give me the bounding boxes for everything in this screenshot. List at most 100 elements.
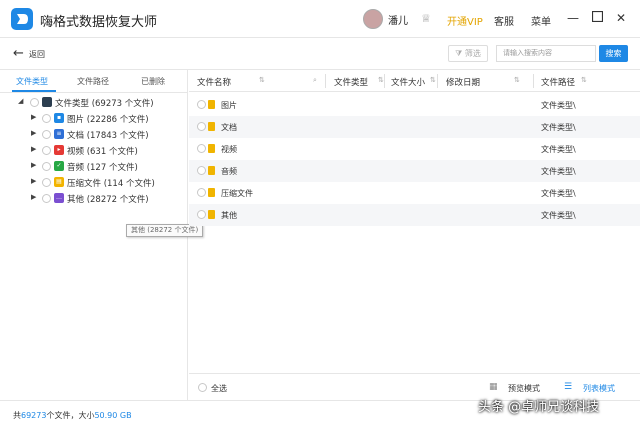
document-icon: ≡ bbox=[54, 129, 64, 139]
column-divider[interactable] bbox=[384, 74, 385, 88]
tree-root-radio[interactable] bbox=[30, 98, 39, 107]
column-header-name[interactable]: 文件名称 bbox=[197, 76, 231, 88]
row-name: 图片 bbox=[221, 101, 237, 110]
row-radio[interactable] bbox=[197, 166, 206, 175]
row-path: 文件类型\ bbox=[541, 189, 576, 198]
toolbar: ← 返回 ⧩ 筛选 请输入搜索内容 搜索 bbox=[0, 38, 640, 70]
back-button[interactable]: 返回 bbox=[29, 49, 45, 60]
username[interactable]: 潘儿 bbox=[388, 12, 408, 27]
sort-icon[interactable]: ⇅ bbox=[378, 76, 384, 84]
close-icon[interactable]: ✕ bbox=[614, 11, 628, 25]
monitor-icon bbox=[42, 97, 52, 107]
app-logo bbox=[11, 8, 33, 30]
row-path: 文件类型\ bbox=[541, 211, 576, 220]
tree-item-radio[interactable] bbox=[42, 130, 51, 139]
folder-icon bbox=[208, 210, 215, 219]
row-radio[interactable] bbox=[197, 210, 206, 219]
row-radio[interactable] bbox=[197, 144, 206, 153]
tree-item-archives[interactable]: ▶ ▤ 压缩文件 (114 个文件) bbox=[0, 174, 188, 190]
tree-item-radio[interactable] bbox=[42, 178, 51, 187]
folder-icon bbox=[208, 188, 215, 197]
select-all-radio[interactable] bbox=[198, 383, 207, 392]
column-header-size[interactable]: 文件大小 bbox=[391, 76, 425, 88]
maximize-icon[interactable] bbox=[590, 10, 604, 25]
expand-icon[interactable]: ▶ bbox=[31, 113, 36, 121]
column-header-date[interactable]: 修改日期 bbox=[446, 76, 480, 88]
tree-item-other[interactable]: ▶ … 其他 (28272 个文件) bbox=[0, 190, 188, 206]
row-name: 压缩文件 bbox=[221, 189, 253, 198]
audio-icon: ✓ bbox=[54, 161, 64, 171]
tree-item-audio[interactable]: ▶ ✓ 音频 (127 个文件) bbox=[0, 158, 188, 174]
row-path: 文件类型\ bbox=[541, 167, 576, 176]
other-icon: … bbox=[54, 193, 64, 203]
table-row[interactable]: 音频 文件类型\ bbox=[189, 160, 640, 182]
table-row[interactable]: 其他 文件类型\ bbox=[189, 204, 640, 226]
row-path: 文件类型\ bbox=[541, 101, 576, 110]
sort-icon[interactable]: ⇅ bbox=[581, 76, 587, 84]
table-row[interactable]: 压缩文件 文件类型\ bbox=[189, 182, 640, 204]
tree-item-radio[interactable] bbox=[42, 114, 51, 123]
tree-item-label: 图片 (22286 个文件) bbox=[67, 115, 149, 125]
search-input[interactable]: 请输入搜索内容 bbox=[496, 45, 596, 62]
column-divider[interactable] bbox=[437, 74, 438, 88]
search-icon[interactable]: ⌕ bbox=[313, 76, 317, 85]
table-header: 文件名称 ⇅ ⌕ 文件类型 ⇅ 文件大小 ⇅ 修改日期 ⇅ 文件路径 ⇅ bbox=[189, 70, 640, 92]
menu-button[interactable]: 菜单 bbox=[531, 13, 551, 28]
tree-item-videos[interactable]: ▶ ▸ 视频 (631 个文件) bbox=[0, 142, 188, 158]
expand-icon[interactable]: ▶ bbox=[31, 145, 36, 153]
sort-icon[interactable]: ⇅ bbox=[514, 76, 520, 84]
minimize-icon[interactable]: — bbox=[566, 11, 580, 25]
sort-icon[interactable]: ⇅ bbox=[430, 76, 436, 84]
table-row[interactable]: 图片 文件类型\ bbox=[189, 94, 640, 116]
expand-icon[interactable]: ▶ bbox=[31, 177, 36, 185]
sort-icon[interactable]: ⇅ bbox=[259, 76, 265, 84]
row-name: 其他 bbox=[221, 211, 237, 220]
column-header-type[interactable]: 文件类型 bbox=[334, 76, 368, 88]
search-button[interactable]: 搜索 bbox=[599, 45, 628, 62]
status-text: 共69273个文件，大小50.90 GB bbox=[13, 410, 132, 421]
tab-file-type[interactable]: 文件类型 bbox=[16, 76, 48, 87]
tab-file-path[interactable]: 文件路径 bbox=[77, 76, 109, 87]
row-radio[interactable] bbox=[197, 122, 206, 131]
column-divider[interactable] bbox=[533, 74, 534, 88]
filter-label: 筛选 bbox=[464, 49, 481, 58]
row-path: 文件类型\ bbox=[541, 145, 576, 154]
column-header-path[interactable]: 文件路径 bbox=[541, 76, 575, 88]
row-name: 音频 bbox=[221, 167, 237, 176]
tree-item-radio[interactable] bbox=[42, 146, 51, 155]
tree-item-documents[interactable]: ▶ ≡ 文档 (17843 个文件) bbox=[0, 126, 188, 142]
expand-icon[interactable]: ▶ bbox=[31, 193, 36, 201]
vip-button[interactable]: 开通VIP bbox=[447, 13, 483, 28]
column-divider[interactable] bbox=[325, 74, 326, 88]
table-row[interactable]: 文档 文件类型\ bbox=[189, 116, 640, 138]
row-name: 文档 bbox=[221, 123, 237, 132]
status-mid: 个文件，大小 bbox=[46, 411, 95, 420]
tree-item-images[interactable]: ▶ ▪ 图片 (22286 个文件) bbox=[0, 110, 188, 126]
expand-icon[interactable]: ▶ bbox=[31, 161, 36, 169]
avatar[interactable] bbox=[363, 9, 383, 29]
tree-item-label: 其他 (28272 个文件) bbox=[67, 195, 149, 205]
filter-button[interactable]: ⧩ 筛选 bbox=[448, 45, 488, 62]
tree-item-radio[interactable] bbox=[42, 162, 51, 171]
table-row[interactable]: 视频 文件类型\ bbox=[189, 138, 640, 160]
tree-item-label: 音频 (127 个文件) bbox=[67, 163, 138, 173]
list-mode-icon[interactable]: ☰ bbox=[564, 382, 572, 392]
select-all-label[interactable]: 全选 bbox=[211, 383, 227, 394]
folder-icon bbox=[208, 166, 215, 175]
service-button[interactable]: 客服 bbox=[494, 13, 514, 28]
collapse-icon[interactable]: ◢ bbox=[18, 97, 23, 105]
back-arrow-icon[interactable]: ← bbox=[13, 46, 24, 61]
app-title: 嗨格式数据恢复大师 bbox=[40, 15, 158, 30]
list-mode-button[interactable]: 列表模式 bbox=[583, 383, 615, 394]
archive-icon: ▤ bbox=[54, 177, 64, 187]
expand-icon[interactable]: ▶ bbox=[31, 129, 36, 137]
tree-item-label: 视频 (631 个文件) bbox=[67, 147, 138, 157]
row-radio[interactable] bbox=[197, 188, 206, 197]
tab-deleted[interactable]: 已删除 bbox=[141, 76, 165, 87]
tree-item-label: 文档 (17843 个文件) bbox=[67, 131, 149, 141]
preview-mode-button[interactable]: 预览模式 bbox=[508, 383, 540, 394]
tree-root[interactable]: ◢ 文件类型 (69273 个文件) bbox=[0, 94, 188, 110]
preview-mode-icon[interactable]: ▦ bbox=[489, 382, 498, 392]
tree-item-radio[interactable] bbox=[42, 194, 51, 203]
row-radio[interactable] bbox=[197, 100, 206, 109]
